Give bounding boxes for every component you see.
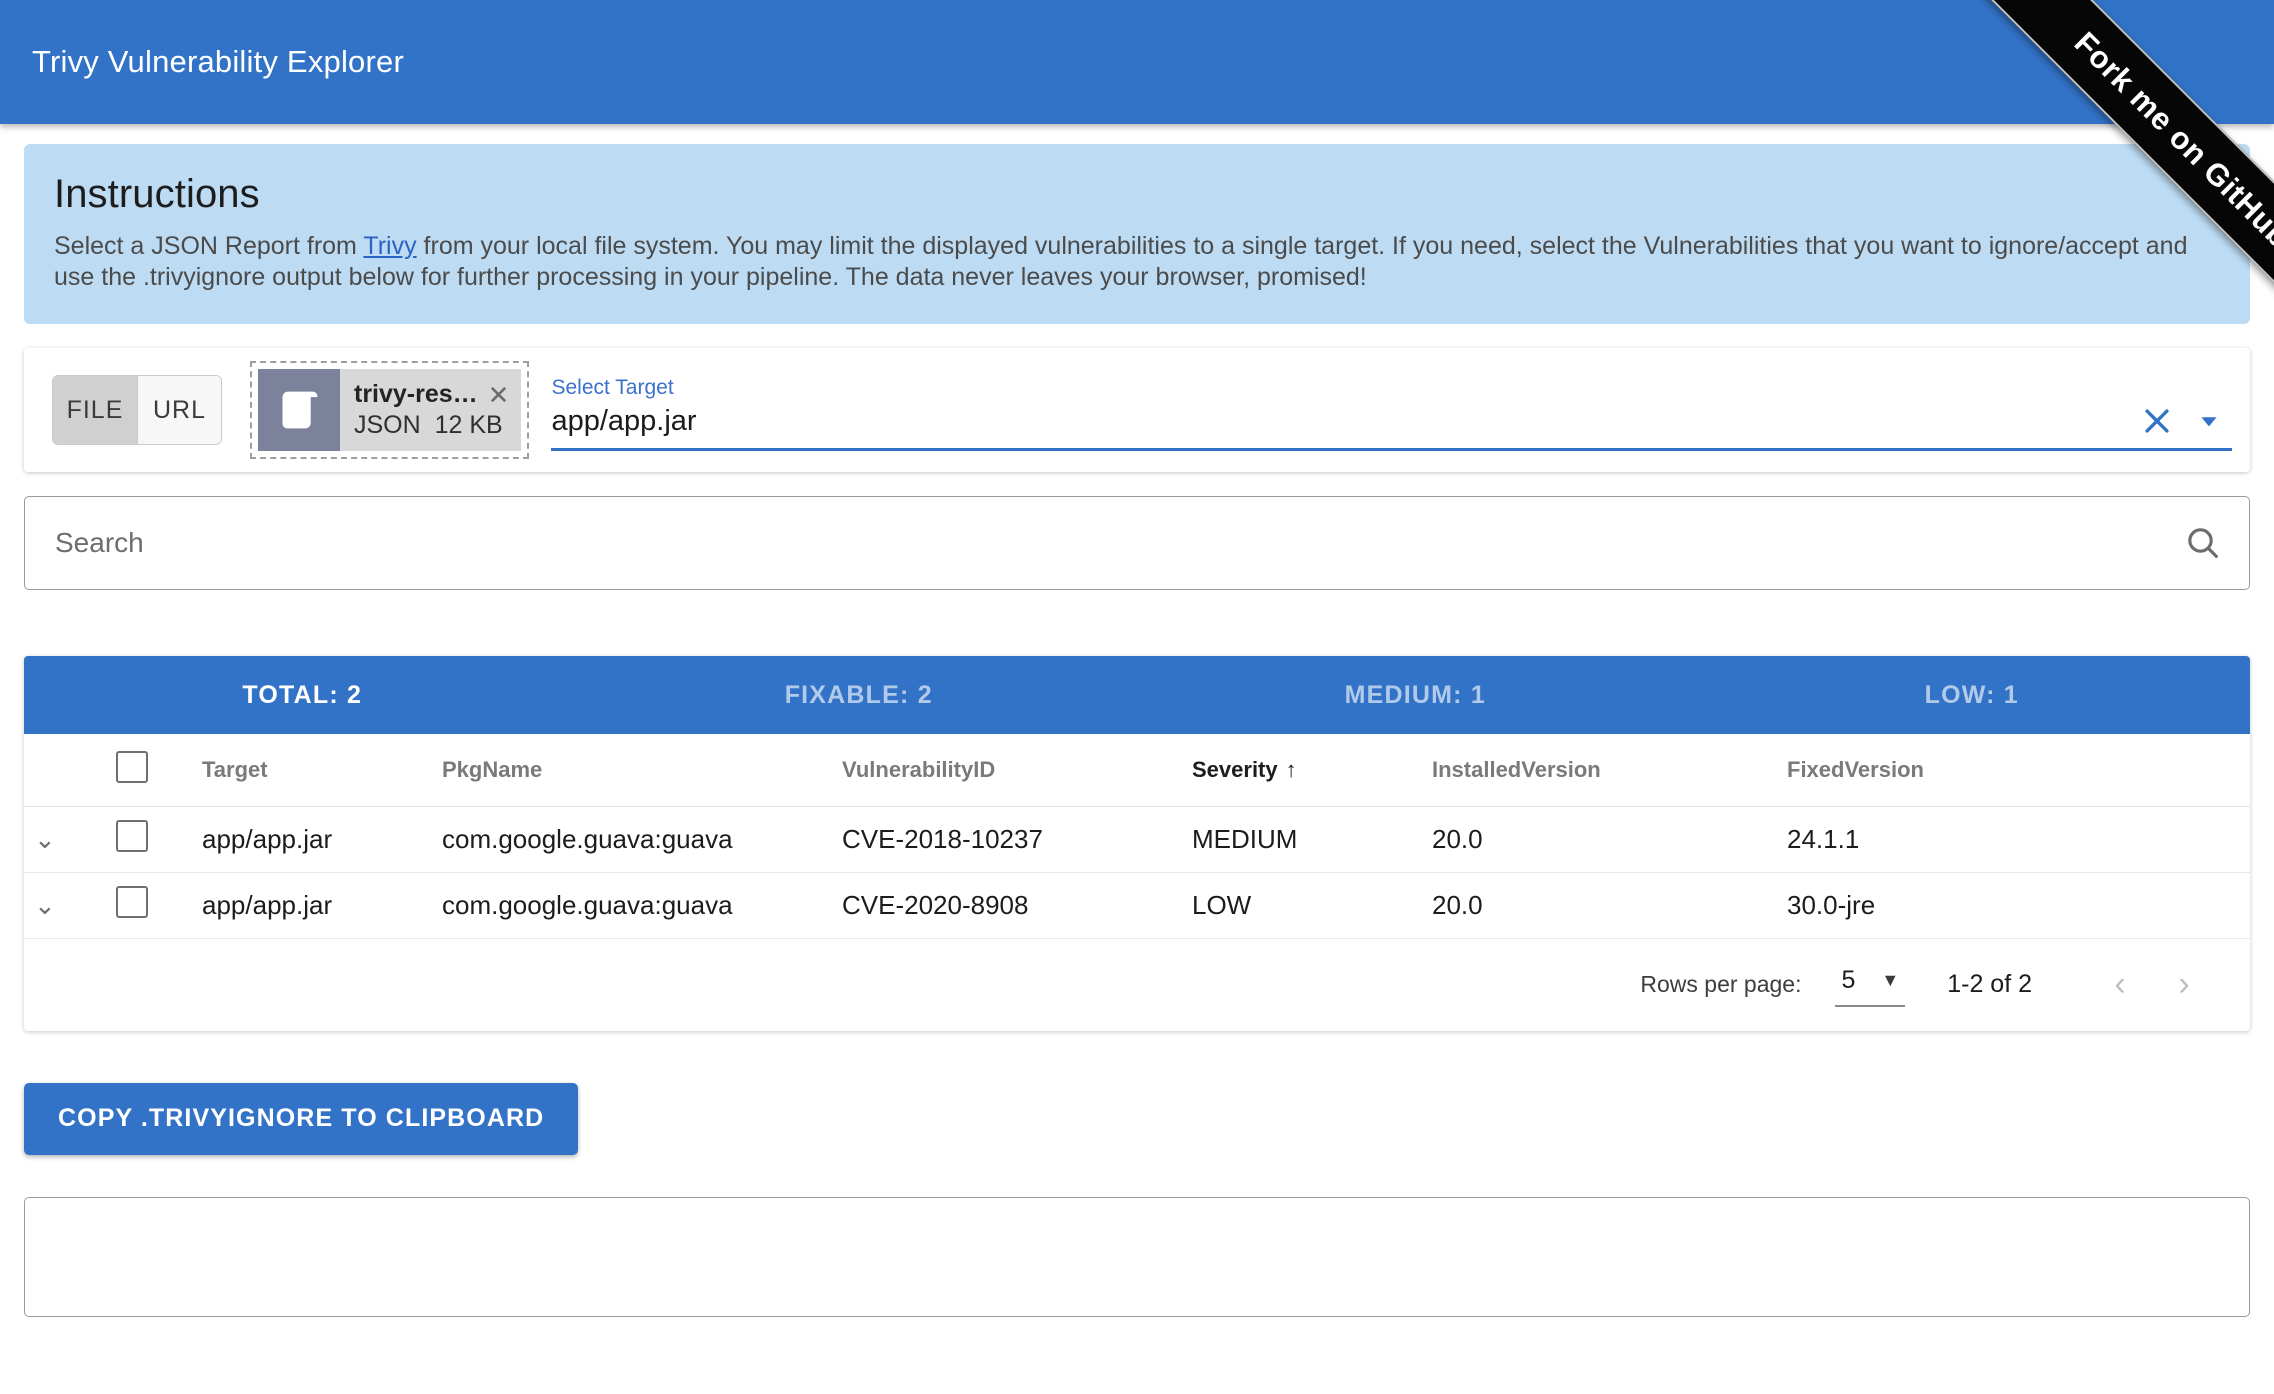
expander-header <box>24 734 116 807</box>
header-vulnerabilityid[interactable]: VulnerabilityID <box>842 734 1192 807</box>
rows-per-page-value: 5 <box>1841 966 1856 994</box>
copy-trivyignore-button[interactable]: COPY .TRIVYIGNORE TO CLIPBOARD <box>24 1082 579 1155</box>
app-header: Trivy Vulnerability Explorer <box>0 0 2274 124</box>
chevron-down-icon[interactable]: ⌄ <box>24 890 56 921</box>
cell-vulnerabilityid: CVE-2020-8908 <box>842 872 1192 939</box>
cell-pkgname: com.google.guava:guava <box>442 806 842 873</box>
search-input[interactable]: Search <box>55 527 2183 559</box>
rows-per-page-label: Rows per page: <box>1640 971 1802 997</box>
toggle-file[interactable]: FILE <box>53 376 137 444</box>
source-selection-card: FILE URL trivy-res… ✕ JSON 12 KB Select … <box>24 348 2250 472</box>
page-range-label: 1-2 of 2 <box>1947 970 2032 998</box>
row-select-cell <box>116 872 202 939</box>
file-chip[interactable]: trivy-res… ✕ JSON 12 KB <box>258 369 522 451</box>
cell-severity: LOW <box>1192 872 1432 939</box>
file-meta: JSON 12 KB <box>354 411 509 440</box>
row-checkbox[interactable] <box>116 819 148 852</box>
header-severity[interactable]: Severity ↑ <box>1192 734 1432 807</box>
select-target-label: Select Target <box>551 375 674 399</box>
header-severity-label: Severity <box>1192 756 1278 782</box>
header-pkgname[interactable]: PkgName <box>442 734 842 807</box>
close-icon[interactable]: ✕ <box>488 382 510 408</box>
cell-fixedversion: 24.1.1 <box>1787 806 2250 873</box>
chevron-down-icon: ▼ <box>1881 970 1900 990</box>
clear-target-icon[interactable] <box>2140 404 2174 438</box>
results-card: TOTAL: 2 FIXABLE: 2 MEDIUM: 1 LOW: 1 Tar… <box>24 656 2250 1031</box>
instructions-text: Select a JSON Report from Trivy from you… <box>54 231 2220 292</box>
select-target-field[interactable]: Select Target app/app.jar <box>551 370 2232 451</box>
select-all-checkbox[interactable] <box>116 750 148 783</box>
select-target-underline <box>551 447 2232 451</box>
page-title: Trivy Vulnerability Explorer <box>32 44 404 79</box>
chevron-down-icon[interactable] <box>2196 408 2222 434</box>
summary-bar: TOTAL: 2 FIXABLE: 2 MEDIUM: 1 LOW: 1 <box>24 656 2250 734</box>
document-icon <box>258 369 340 451</box>
table-header-row: Target PkgName VulnerabilityID Severity ↑… <box>24 734 2250 807</box>
cell-vulnerabilityid: CVE-2018-10237 <box>842 806 1192 873</box>
cell-fixedversion: 30.0-jre <box>1787 872 2250 939</box>
sort-ascending-icon: ↑ <box>1285 756 1297 782</box>
header-fixedversion[interactable]: FixedVersion <box>1787 734 2250 807</box>
paginator: Rows per page: 5 ▼ 1-2 of 2 ‹ › <box>24 939 2250 1031</box>
select-all-header <box>116 734 202 807</box>
cell-target: app/app.jar <box>202 872 442 939</box>
cell-severity: MEDIUM <box>1192 806 1432 873</box>
table-row[interactable]: ⌄ app/app.jar com.google.guava:guava CVE… <box>24 872 2250 939</box>
summary-total: TOTAL: 2 <box>242 680 363 709</box>
cell-target: app/app.jar <box>202 806 442 873</box>
source-type-toggle: FILE URL <box>52 375 222 445</box>
toggle-url[interactable]: URL <box>137 376 221 444</box>
header-target[interactable]: Target <box>202 734 442 807</box>
cell-installedversion: 20.0 <box>1432 806 1787 873</box>
chevron-down-icon[interactable]: ⌄ <box>24 824 56 855</box>
summary-low: LOW: 1 <box>1924 680 2019 709</box>
header-installedversion[interactable]: InstalledVersion <box>1432 734 1787 807</box>
file-type: JSON <box>354 411 421 439</box>
file-chip-meta: trivy-res… ✕ JSON 12 KB <box>340 369 521 451</box>
trivy-link[interactable]: Trivy <box>363 232 416 260</box>
row-expander-cell: ⌄ <box>24 872 116 939</box>
instructions-panel: Instructions Select a JSON Report from T… <box>24 144 2250 324</box>
table-body: ⌄ app/app.jar com.google.guava:guava CVE… <box>24 806 2250 939</box>
file-dropzone[interactable]: trivy-res… ✕ JSON 12 KB <box>250 361 530 459</box>
row-checkbox[interactable] <box>116 885 148 918</box>
vulnerability-table: Target PkgName VulnerabilityID Severity ↑… <box>24 734 2250 939</box>
cell-installedversion: 20.0 <box>1432 872 1787 939</box>
search-bar[interactable]: Search <box>24 496 2250 590</box>
file-size: 12 KB <box>434 411 503 439</box>
search-icon[interactable] <box>2183 523 2223 563</box>
row-select-cell <box>116 806 202 873</box>
cell-pkgname: com.google.guava:guava <box>442 872 842 939</box>
rows-per-page-select[interactable]: 5 ▼ <box>1835 962 1906 1007</box>
row-expander-cell: ⌄ <box>24 806 116 873</box>
summary-fixable: FIXABLE: 2 <box>784 680 933 709</box>
instructions-text-before: Select a JSON Report from <box>54 232 364 260</box>
file-name: trivy-res… <box>354 380 478 408</box>
previous-page-button[interactable]: ‹ <box>2088 953 2152 1017</box>
summary-medium: MEDIUM: 1 <box>1344 680 1486 709</box>
next-page-button[interactable]: › <box>2152 953 2216 1017</box>
trivyignore-output[interactable] <box>24 1196 2250 1317</box>
instructions-heading: Instructions <box>54 172 260 216</box>
select-target-value[interactable]: app/app.jar <box>551 405 2140 446</box>
table-row[interactable]: ⌄ app/app.jar com.google.guava:guava CVE… <box>24 806 2250 873</box>
